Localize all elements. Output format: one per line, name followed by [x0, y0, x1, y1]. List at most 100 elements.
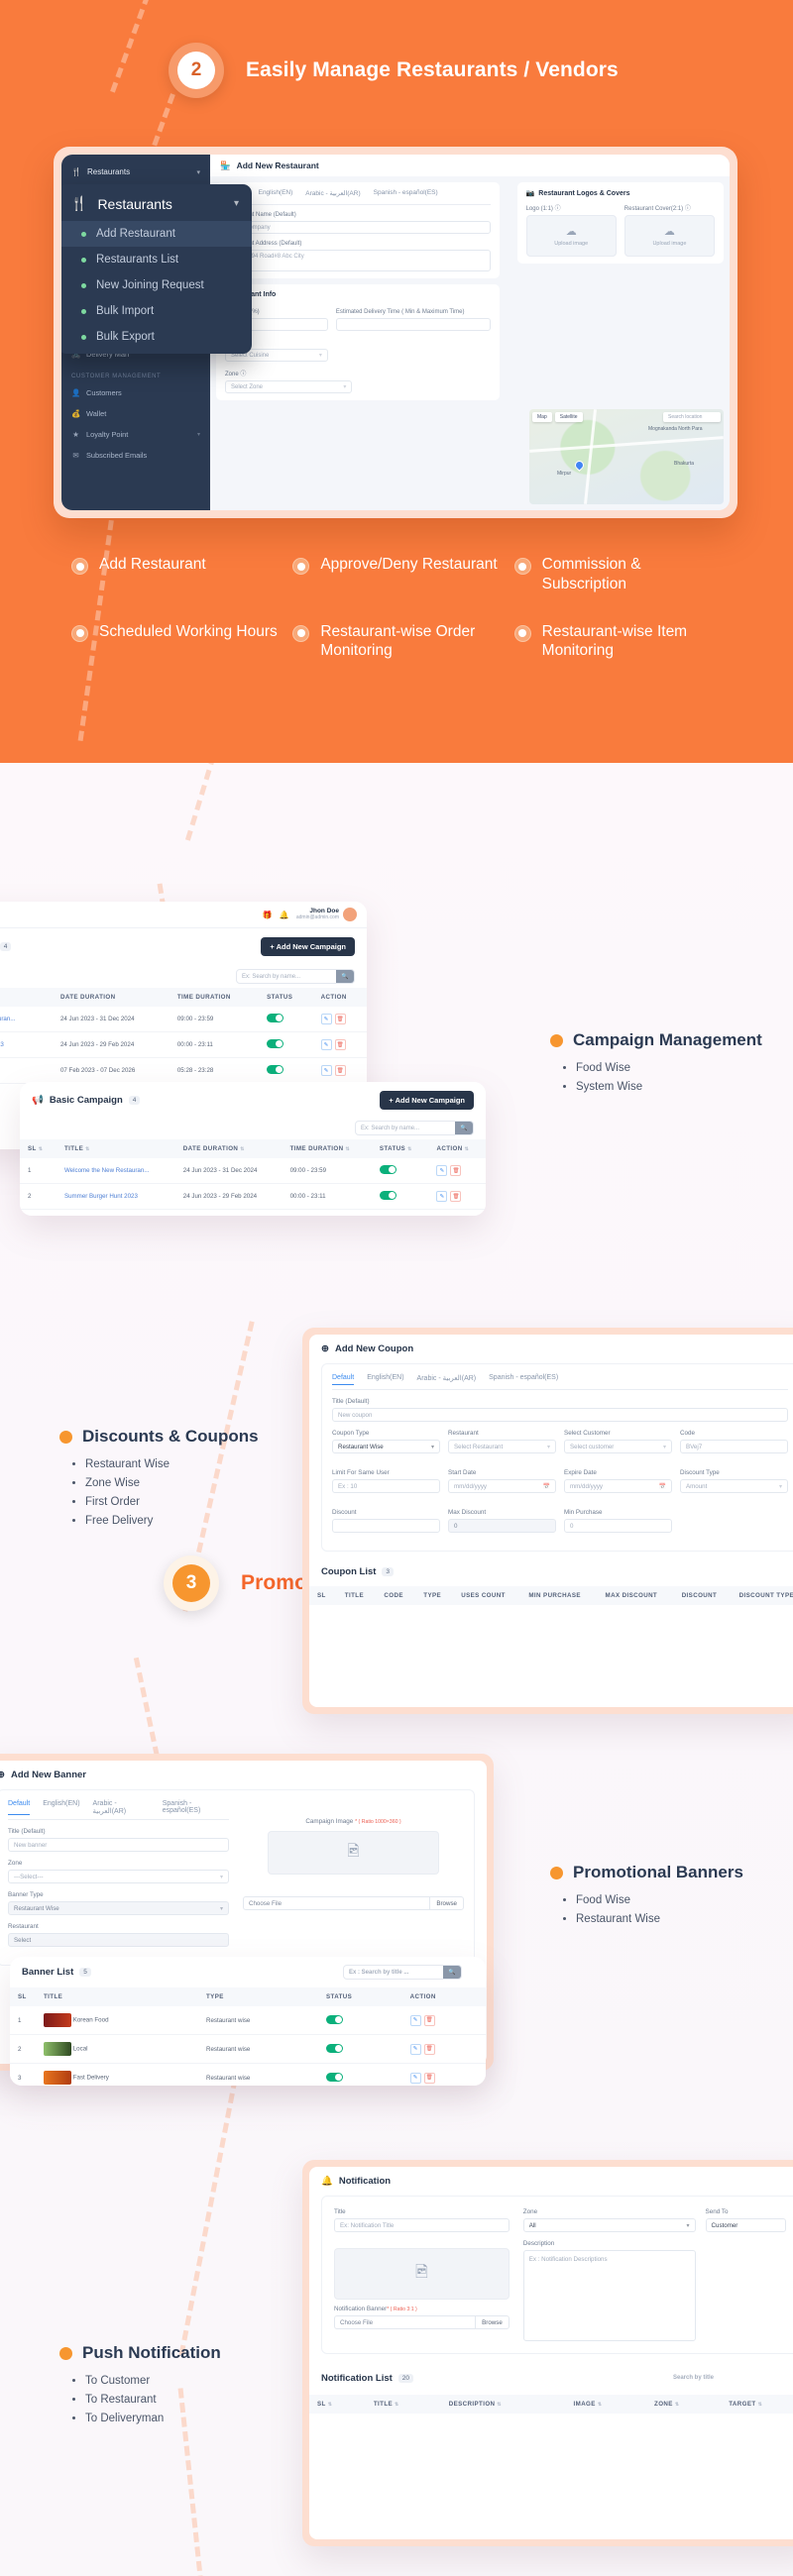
cell-title[interactable]: 30 % OFF [56, 1209, 175, 1216]
col-type[interactable]: TYPE [197, 1987, 318, 2006]
cell-title[interactable]: Local [36, 2034, 198, 2064]
cell-status[interactable] [317, 2063, 402, 2086]
sort-icon[interactable]: ⇅ [395, 2402, 399, 2408]
notification-file-row[interactable]: Choose File Browse [334, 2315, 510, 2329]
menu-item-add-restaurant[interactable]: Add Restaurant [61, 221, 252, 247]
delete-icon[interactable]: 🗑 [450, 1191, 462, 1202]
edit-icon[interactable]: ✎ [436, 1165, 448, 1176]
sort-icon[interactable]: ⇅ [345, 1146, 350, 1152]
cell-status[interactable] [317, 2006, 402, 2035]
status-toggle[interactable] [267, 1065, 284, 1074]
logo-upload-box[interactable]: ☁ Upload image [525, 215, 617, 257]
tab-spanish[interactable]: Spanish - español(ES) [489, 1374, 558, 1385]
coupon-title-input[interactable]: New coupon [332, 1408, 788, 1422]
avatar[interactable] [343, 908, 357, 921]
coupon-expire-date-input[interactable]: mm/dd/yyyy 📅 [564, 1479, 672, 1493]
cell-status[interactable] [259, 1031, 313, 1058]
edit-icon[interactable]: ✎ [409, 2072, 421, 2084]
cell-status[interactable] [371, 1158, 429, 1184]
search-icon[interactable]: 🔍 [336, 970, 354, 983]
campaign-search-input[interactable]: Ex: Search by name... [237, 970, 336, 983]
table-row[interactable]: 3 30 % OFF 07 Feb 2023 - 07 Dec 2026 05:… [20, 1209, 486, 1216]
sort-icon[interactable]: ⇅ [598, 2402, 603, 2408]
banner-browse-button[interactable]: Browse [429, 1897, 463, 1909]
restaurants-dropdown-menu[interactable]: 🍴 Restaurants ▾ Add Restaurant Restauran… [61, 184, 252, 354]
col-action[interactable]: ACTION ⇅ [428, 1139, 486, 1158]
col-max-discount[interactable]: MAX DISCOUNT [597, 1586, 674, 1605]
col-date-duration[interactable]: DATE DURATION [52, 988, 170, 1007]
col-discount[interactable]: DISCOUNT [673, 1586, 732, 1605]
map-tab-satellite[interactable]: Satellite [554, 412, 583, 422]
cell-title[interactable]: Fast Delivery [36, 2063, 198, 2086]
col-title[interactable]: TITLE [36, 1987, 198, 2006]
delete-icon[interactable]: 🗑 [423, 2014, 435, 2026]
cell-action[interactable]: ✎🗑 [312, 1057, 367, 1084]
restaurant-name-input[interactable]: ABC Company [225, 221, 491, 234]
table-row[interactable]: 3 30 % OFF 07 Feb 2023 - 07 Dec 2026 05:… [0, 1057, 367, 1084]
campaign-search-box-front[interactable]: Ex: Search by name... 🔍 [355, 1121, 474, 1135]
sort-icon[interactable]: ⇅ [675, 2402, 680, 2408]
edit-icon[interactable]: ✎ [320, 1065, 332, 1076]
table-row[interactable]: 1 Welcome the New Restauran... 24 Jun 20… [0, 1007, 367, 1032]
eta-input[interactable] [335, 318, 491, 331]
edit-icon[interactable]: ✎ [320, 1014, 332, 1024]
cell-title[interactable]: Summer Burger Hunt 2023 [0, 1031, 53, 1058]
status-toggle[interactable] [379, 1191, 396, 1200]
coupon-max-discount-input[interactable]: 0 [448, 1519, 556, 1533]
table-row[interactable]: 1 Korean Food Restaurant wise ✎ 🗑 [10, 2006, 486, 2035]
sidebar-item-subscribed-emails[interactable]: ✉ Subscribed Emails [61, 445, 210, 466]
notification-image-placeholder[interactable]: 🖻 [334, 2248, 510, 2300]
coupon-discount-type-select[interactable]: Amount ▾ [680, 1479, 788, 1493]
col-code[interactable]: CODE [376, 1586, 416, 1605]
delete-icon[interactable]: 🗑 [334, 1014, 346, 1024]
restaurant-address-input[interactable]: House#94 Road#8 Abc City [225, 250, 491, 271]
status-toggle[interactable] [325, 2043, 343, 2053]
coupon-type-select[interactable]: Restaurant Wise ▾ [332, 1440, 440, 1453]
banner-image-placeholder[interactable]: 🖻 [267, 1831, 440, 1875]
col-uses-count[interactable]: USES COUNT [453, 1586, 521, 1605]
sort-icon[interactable]: ⇅ [465, 1146, 470, 1152]
status-toggle[interactable] [267, 1014, 284, 1022]
coupon-customer-select[interactable]: Select customer ▾ [564, 1440, 672, 1453]
edit-icon[interactable]: ✎ [409, 2043, 421, 2055]
col-zone[interactable]: ZONE ⇅ [646, 2395, 722, 2414]
table-row[interactable]: 2 Summer Burger Hunt 2023 24 Jun 2023 - … [0, 1031, 367, 1058]
col-time-duration[interactable]: TIME DURATION [169, 988, 260, 1007]
notification-search-input[interactable]: Search by title [668, 2371, 787, 2386]
edit-icon[interactable]: ✎ [436, 1191, 448, 1202]
sort-icon[interactable]: ⇅ [407, 1146, 412, 1152]
cell-title[interactable]: Korean Food [36, 2006, 198, 2035]
cover-upload-box[interactable]: ☁ Upload image [623, 215, 716, 257]
col-target[interactable]: TARGET ⇅ [721, 2395, 793, 2414]
tab-english[interactable]: English(EN) [259, 189, 293, 200]
cell-action[interactable]: ✎🗑 [428, 1209, 486, 1216]
sort-icon[interactable]: ⇅ [85, 1146, 90, 1152]
col-title[interactable]: TITLE [0, 988, 53, 1007]
coupon-min-purchase-input[interactable]: 0 [564, 1519, 672, 1533]
map-tab-map[interactable]: Map [532, 412, 552, 422]
cell-action[interactable]: ✎🗑 [401, 2034, 486, 2064]
search-icon[interactable]: 🔍 [443, 1966, 461, 1979]
delete-icon[interactable]: 🗑 [423, 2072, 435, 2084]
sort-icon[interactable]: ⇅ [240, 1146, 245, 1152]
gift-icon[interactable]: 🎁 [263, 911, 273, 919]
col-status[interactable]: STATUS ⇅ [371, 1139, 429, 1158]
sort-icon[interactable]: ⇅ [497, 2402, 502, 2408]
banner-zone-select[interactable]: ---Select--- ▾ [8, 1870, 229, 1883]
col-description[interactable]: DESCRIPTION ⇅ [440, 2395, 566, 2414]
cell-status[interactable] [259, 1007, 313, 1032]
cell-action[interactable]: ✎🗑 [312, 1031, 367, 1058]
tab-spanish[interactable]: Spanish - español(ES) [374, 189, 438, 200]
col-sl[interactable]: SL ⇅ [309, 2395, 366, 2414]
tab-english[interactable]: English(EN) [43, 1800, 79, 1815]
col-status[interactable]: STATUS [317, 1987, 402, 2006]
calendar-icon[interactable]: 📅 [543, 1483, 550, 1490]
coupon-limit-input[interactable]: Ex : 10 [332, 1479, 440, 1493]
campaign-search-input[interactable]: Ex: Search by name... [356, 1122, 455, 1134]
coupon-code-input[interactable]: BVej7 [680, 1440, 788, 1453]
col-type[interactable]: TYPE [415, 1586, 454, 1605]
cell-status[interactable] [371, 1209, 429, 1216]
table-row[interactable]: 2 Local Restaurant wise ✎ 🗑 [10, 2034, 486, 2064]
tab-arabic[interactable]: Arabic - العربية(AR) [417, 1374, 477, 1385]
notification-zone-select[interactable]: All ▾ [522, 2218, 696, 2232]
